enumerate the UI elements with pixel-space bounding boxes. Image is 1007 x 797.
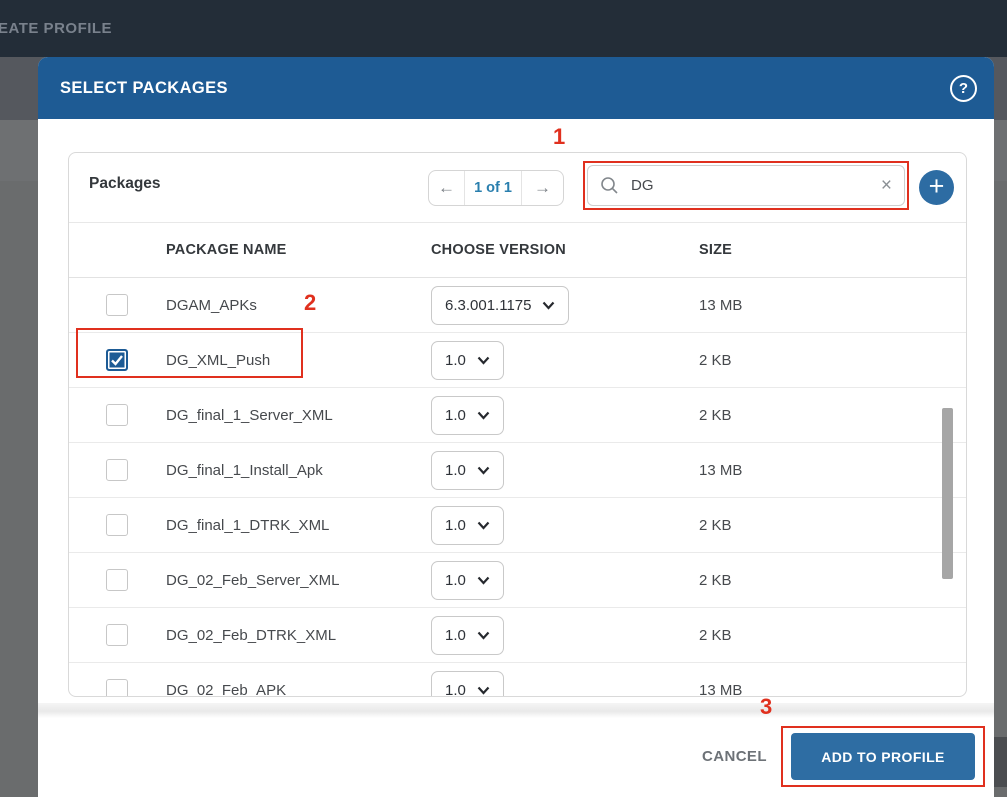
version-select-value: 1.0 xyxy=(445,627,466,644)
package-name: DG_final_1_Install_Apk xyxy=(166,462,431,479)
package-checkbox[interactable] xyxy=(106,569,128,591)
version-select[interactable]: 1.0 xyxy=(431,341,504,380)
page-indicator: 1 of 1 xyxy=(465,171,521,205)
clear-search-icon[interactable]: × xyxy=(881,176,892,195)
package-size: 13 MB xyxy=(699,682,966,698)
version-select[interactable]: 1.0 xyxy=(431,616,504,655)
page-scrollbar-thumb[interactable] xyxy=(994,737,1007,787)
chevron-down-icon xyxy=(477,631,490,640)
table-header-row: PACKAGE NAME CHOOSE VERSION SIZE xyxy=(69,223,966,278)
package-checkbox[interactable] xyxy=(106,459,128,481)
chevron-down-icon xyxy=(477,466,490,475)
package-checkbox[interactable] xyxy=(106,514,128,536)
table-row: DG_final_1_Server_XML 1.0 2 KB xyxy=(69,388,966,443)
add-to-profile-button[interactable]: ADD TO PROFILE xyxy=(791,733,975,780)
table-row: DG_final_1_DTRK_XML 1.0 2 KB xyxy=(69,498,966,553)
table-row: DG_02_Feb_DTRK_XML 1.0 2 KB xyxy=(69,608,966,663)
version-select[interactable]: 1.0 xyxy=(431,506,504,545)
arrow-right-icon: → xyxy=(534,178,551,198)
table-row: DG_final_1_Install_Apk 1.0 13 MB xyxy=(69,443,966,498)
version-select-value: 1.0 xyxy=(445,517,466,534)
add-package-button[interactable]: + xyxy=(919,170,954,205)
package-size: 2 KB xyxy=(699,407,966,424)
search-input[interactable] xyxy=(631,177,881,194)
topbar: EATE PROFILE xyxy=(0,0,1007,57)
package-name: DG_XML_Push xyxy=(166,352,431,369)
chevron-down-icon xyxy=(477,411,490,420)
select-packages-dialog: SELECT PACKAGES ? Packages ← 1 of 1 → xyxy=(38,57,994,797)
chevron-down-icon xyxy=(477,686,490,695)
version-select-value: 1.0 xyxy=(445,462,466,479)
package-size: 13 MB xyxy=(699,462,966,479)
chevron-down-icon xyxy=(477,521,490,530)
package-size: 2 KB xyxy=(699,627,966,644)
plus-icon: + xyxy=(929,171,945,202)
annotation-step-2: 2 xyxy=(304,290,316,316)
search-field[interactable]: × xyxy=(587,165,905,206)
add-to-profile-annotation-box: ADD TO PROFILE xyxy=(781,726,985,787)
table-row: DG_02_Feb_Server_XML 1.0 2 KB xyxy=(69,553,966,608)
version-select-value: 1.0 xyxy=(445,407,466,424)
arrow-left-icon: ← xyxy=(438,178,455,198)
dialog-title: SELECT PACKAGES xyxy=(60,79,950,98)
version-select-value: 1.0 xyxy=(445,352,466,369)
version-select-value: 1.0 xyxy=(445,572,466,589)
packages-panel-header: Packages ← 1 of 1 → × xyxy=(69,153,966,223)
version-select[interactable]: 6.3.001.1175 xyxy=(431,286,569,325)
table-body: DGAM_APKs 6.3.001.1175 13 MB DG_XML_Push… xyxy=(69,278,966,697)
dialog-header: SELECT PACKAGES ? xyxy=(38,57,994,119)
package-size: 2 KB xyxy=(699,517,966,534)
column-header-choose-version: CHOOSE VERSION xyxy=(431,242,699,258)
help-icon[interactable]: ? xyxy=(950,75,977,102)
footer-divider xyxy=(38,703,994,718)
package-name: DG_final_1_Server_XML xyxy=(166,407,431,424)
package-size: 2 KB xyxy=(699,572,966,589)
search-icon xyxy=(600,176,619,195)
chevron-down-icon xyxy=(477,576,490,585)
package-size: 2 KB xyxy=(699,352,966,369)
search-annotation-box: × xyxy=(583,161,909,210)
package-name: DG_02_Feb_APK xyxy=(166,682,431,698)
package-checkbox[interactable] xyxy=(106,294,128,316)
chevron-down-icon xyxy=(542,301,555,310)
package-name: DGAM_APKs xyxy=(166,297,431,314)
package-checkbox[interactable] xyxy=(106,404,128,426)
column-header-package-name: PACKAGE NAME xyxy=(166,242,431,258)
checkmark-icon xyxy=(109,352,125,368)
next-page-button[interactable]: → xyxy=(521,171,563,205)
prev-page-button[interactable]: ← xyxy=(429,171,465,205)
version-select[interactable]: 1.0 xyxy=(431,396,504,435)
table-row: DG_XML_Push 1.0 2 KB xyxy=(69,333,966,388)
package-size: 13 MB xyxy=(699,297,966,314)
annotation-step-3: 3 xyxy=(760,694,772,720)
table-row: DGAM_APKs 6.3.001.1175 13 MB xyxy=(69,278,966,333)
package-name: DG_final_1_DTRK_XML xyxy=(166,517,431,534)
chevron-down-icon xyxy=(477,356,490,365)
version-select[interactable]: 1.0 xyxy=(431,671,504,698)
package-checkbox[interactable] xyxy=(106,679,128,697)
packages-panel: Packages ← 1 of 1 → × xyxy=(68,152,967,697)
annotation-step-1: 1 xyxy=(553,124,565,150)
pagination: ← 1 of 1 → xyxy=(428,170,564,206)
table-scrollbar-thumb[interactable] xyxy=(942,408,953,579)
table-row: DG_02_Feb_APK 1.0 13 MB xyxy=(69,663,966,697)
package-name: DG_02_Feb_Server_XML xyxy=(166,572,431,589)
page-title: EATE PROFILE xyxy=(0,20,112,37)
package-checkbox[interactable] xyxy=(106,624,128,646)
version-select-value: 1.0 xyxy=(445,682,466,698)
version-select[interactable]: 1.0 xyxy=(431,561,504,600)
panel-title: Packages xyxy=(89,175,161,193)
package-name: DG_02_Feb_DTRK_XML xyxy=(166,627,431,644)
package-checkbox[interactable] xyxy=(106,349,128,371)
column-header-size: SIZE xyxy=(699,242,966,258)
version-select-value: 6.3.001.1175 xyxy=(445,297,531,314)
version-select[interactable]: 1.0 xyxy=(431,451,504,490)
cancel-button[interactable]: CANCEL xyxy=(698,744,771,769)
